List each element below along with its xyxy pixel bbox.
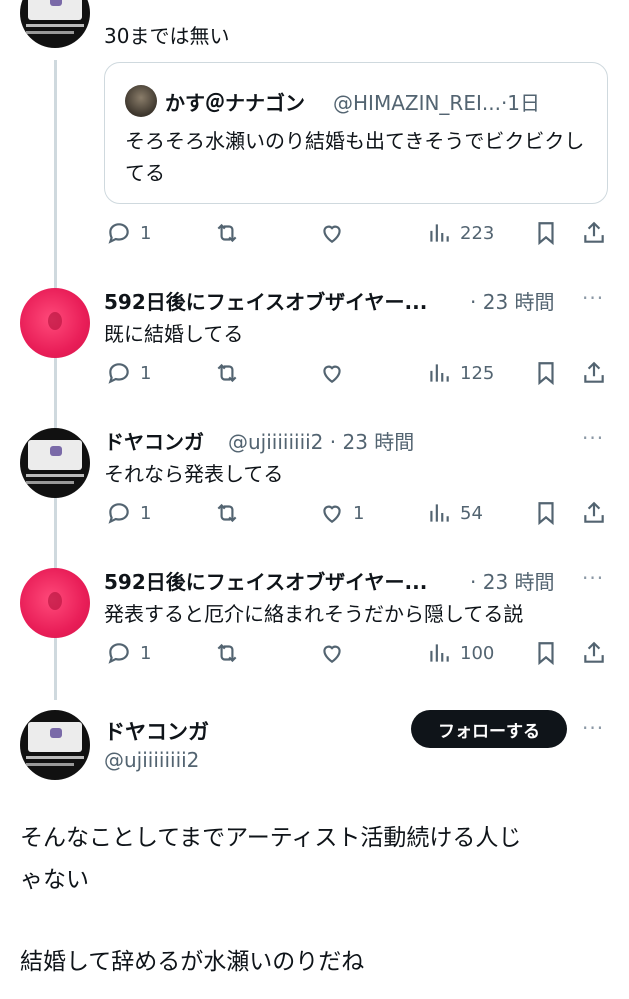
more-icon[interactable]: ··· <box>582 426 604 450</box>
like-button[interactable] <box>319 360 345 386</box>
author-handle[interactable]: @ujiiiiiiii2 <box>104 748 199 772</box>
main-tweet-text-line-3: 結婚して辞めるが水瀬いのりだね <box>20 949 365 975</box>
reply-count: 1 <box>140 502 152 524</box>
retweet-button[interactable] <box>214 220 240 246</box>
like-icon <box>323 505 341 523</box>
author-name[interactable]: ドヤコンガ <box>104 426 204 455</box>
share-button[interactable] <box>581 640 607 666</box>
tweet-meta: · 23 時間 <box>470 290 555 314</box>
tweet-text: それなら発表してる <box>104 462 284 486</box>
main-tweet-text-line-1: そんなことしてまでアーティスト活動続ける人じ <box>20 825 522 851</box>
reply-count: 1 <box>140 362 152 384</box>
bookmark-button[interactable] <box>533 640 559 666</box>
share-icon <box>584 641 604 663</box>
share-button[interactable] <box>581 500 607 526</box>
author-name[interactable]: 592日後にフェイスオブザイヤー... <box>104 566 427 595</box>
view-count: 125 <box>460 362 495 384</box>
quote-avatar <box>125 85 157 117</box>
tweet-text: 既に結婚してる <box>104 322 244 346</box>
reply-icon <box>108 643 129 664</box>
retweet-icon <box>217 223 237 243</box>
like-icon <box>323 365 341 383</box>
retweet-icon <box>217 363 237 383</box>
views-icon <box>430 224 449 242</box>
retweet-button[interactable] <box>214 360 240 386</box>
quoted-tweet[interactable]: かす＠ナナゴン @HIMAZIN_REI...·1日 そろそろ水瀬いのり結婚も出… <box>104 62 608 204</box>
retweet-icon <box>217 503 237 523</box>
like-button[interactable]: 1 <box>319 500 364 526</box>
bookmark-icon <box>538 502 554 526</box>
like-count: 1 <box>353 502 365 524</box>
like-button[interactable] <box>319 220 345 246</box>
reply-button[interactable]: 1 <box>106 360 151 386</box>
share-icon <box>584 221 604 243</box>
reply-button[interactable]: 1 <box>106 640 151 666</box>
retweet-button[interactable] <box>214 640 240 666</box>
reply-icon <box>108 363 129 384</box>
avatar[interactable] <box>20 568 90 638</box>
bookmark-button[interactable] <box>533 220 559 246</box>
bookmark-button[interactable] <box>533 360 559 386</box>
follow-button[interactable]: フォローする <box>411 710 567 748</box>
view-count: 100 <box>460 642 495 664</box>
views-icon <box>430 644 449 662</box>
author-name[interactable]: ドヤコンガ <box>104 716 209 746</box>
tweet-meta: @ujiiiiiiii2 · 23 時間 <box>228 430 415 454</box>
like-icon <box>323 645 341 663</box>
views-icon <box>430 504 449 522</box>
more-icon[interactable]: ··· <box>582 566 604 590</box>
quote-author-name: かす＠ナナゴン <box>165 91 305 115</box>
bookmark-icon <box>538 362 554 386</box>
reply-button[interactable]: 1 <box>106 500 151 526</box>
share-icon <box>584 361 604 383</box>
share-icon <box>584 501 604 523</box>
avatar[interactable] <box>20 428 90 498</box>
share-button[interactable] <box>581 360 607 386</box>
views-button[interactable]: 54 <box>426 500 483 526</box>
reply-button[interactable]: 1 <box>106 220 151 246</box>
reply-icon <box>108 503 129 524</box>
quote-meta: @HIMAZIN_REI...·1日 <box>333 91 541 115</box>
tweet-meta: · 23 時間 <box>470 570 555 594</box>
avatar[interactable] <box>20 710 90 780</box>
views-button[interactable]: 100 <box>426 640 494 666</box>
avatar[interactable] <box>20 288 90 358</box>
share-button[interactable] <box>581 220 607 246</box>
views-button[interactable]: 125 <box>426 360 494 386</box>
reply-icon <box>108 223 129 244</box>
more-icon[interactable]: ··· <box>582 286 604 310</box>
views-button[interactable]: 223 <box>426 220 494 246</box>
view-count: 54 <box>460 502 483 524</box>
more-icon[interactable]: ··· <box>582 716 604 740</box>
retweet-button[interactable] <box>214 500 240 526</box>
quote-text: そろそろ水瀬いのり結婚も出てきそうでビクビクしてる <box>125 129 585 185</box>
avatar[interactable] <box>20 0 90 48</box>
main-tweet-text-line-2: ゃない <box>20 867 89 893</box>
tweet-text: 30までは無い <box>104 24 230 48</box>
bookmark-icon <box>538 642 554 666</box>
like-button[interactable] <box>319 640 345 666</box>
reply-count: 1 <box>140 222 152 244</box>
author-name[interactable]: 592日後にフェイスオブザイヤー... <box>104 286 427 315</box>
bookmark-button[interactable] <box>533 500 559 526</box>
views-icon <box>430 364 449 382</box>
bookmark-icon <box>538 222 554 246</box>
tweet-text: 発表すると厄介に絡まれそうだから隠してる説 <box>104 602 524 626</box>
reply-count: 1 <box>140 642 152 664</box>
like-icon <box>323 225 341 243</box>
view-count: 223 <box>460 222 495 244</box>
retweet-icon <box>217 643 237 663</box>
